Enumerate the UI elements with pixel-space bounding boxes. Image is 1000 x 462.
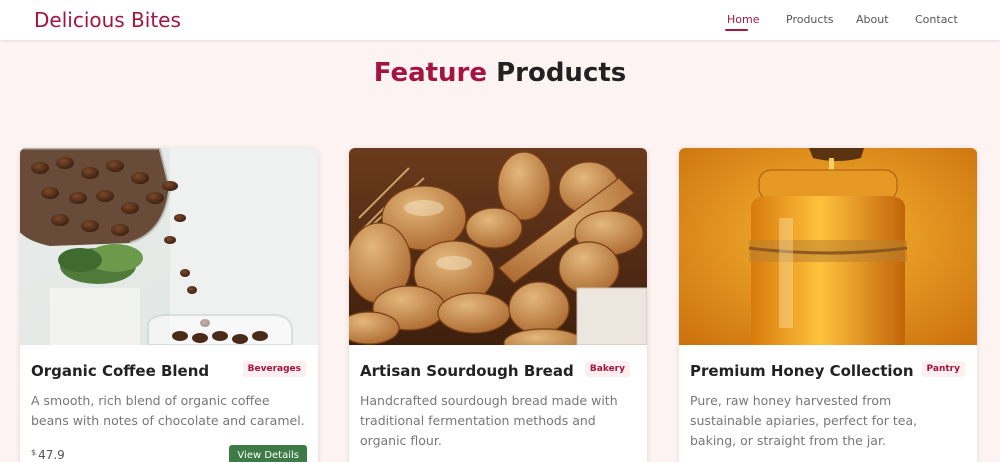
- bread-image: [349, 148, 647, 345]
- nav-contact[interactable]: Contact: [915, 13, 958, 26]
- coffee-image: [20, 148, 318, 345]
- price-value: 47.9: [38, 448, 65, 462]
- card-description: Pure, raw honey harvested from sustainab…: [690, 393, 918, 448]
- card-title: Artisan Sourdough Bread: [360, 362, 574, 380]
- product-card-bread[interactable]: Artisan Sourdough Bread Bakery Handcraft…: [349, 148, 647, 462]
- title-accent: Feature: [373, 58, 488, 88]
- category-badge: Bakery: [584, 361, 630, 377]
- product-card-honey[interactable]: Premium Honey Collection Pantry Pure, ra…: [679, 148, 977, 462]
- nav-home[interactable]: Home: [727, 13, 759, 26]
- card-description: A smooth, rich blend of organic coffee b…: [31, 393, 305, 428]
- brand-logo[interactable]: Delicious Bites: [34, 8, 181, 32]
- card-title: Premium Honey Collection: [690, 362, 914, 380]
- honey-image: [679, 148, 977, 345]
- currency-symbol: $: [31, 448, 37, 457]
- view-details-button[interactable]: View Details: [229, 445, 307, 462]
- title-rest: Products: [496, 58, 627, 88]
- category-badge: Beverages: [242, 361, 306, 377]
- section-title: Feature Products: [0, 58, 1000, 88]
- nav-about[interactable]: About: [856, 13, 889, 26]
- category-badge: Pantry: [921, 361, 965, 377]
- card-title: Organic Coffee Blend: [31, 362, 210, 380]
- nav-active-indicator: [725, 29, 748, 31]
- card-description: Handcrafted sourdough bread made with tr…: [360, 393, 618, 448]
- nav-products[interactable]: Products: [786, 13, 834, 26]
- card-price: $47.9: [31, 448, 65, 462]
- navbar: Delicious Bites Home Products About Cont…: [0, 0, 1000, 40]
- product-card-coffee[interactable]: Organic Coffee Blend Beverages A smooth,…: [20, 148, 318, 462]
